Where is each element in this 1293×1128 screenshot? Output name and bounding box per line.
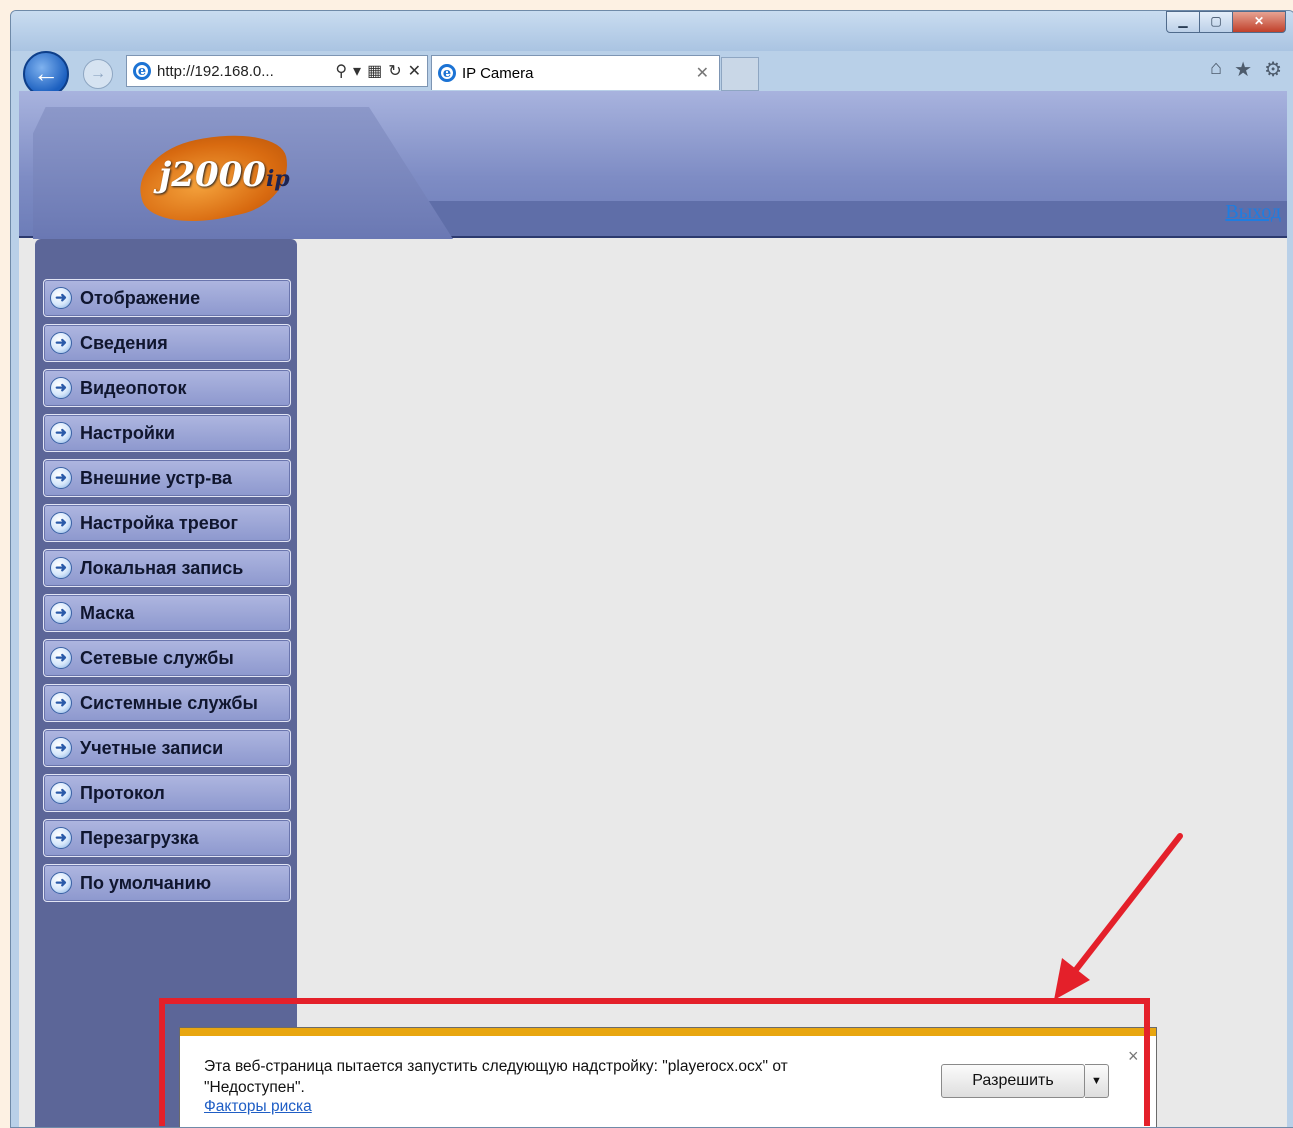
sidebar-item[interactable]: ➜ Отображение [43, 279, 291, 317]
stop-icon[interactable]: ✕ [408, 61, 421, 81]
sidebar-item[interactable]: ➜ Настройки [43, 414, 291, 452]
refresh-icon[interactable]: ↻ [388, 61, 401, 81]
title-bar: ▁ ▢ ✕ [11, 11, 1293, 51]
dropdown-icon[interactable]: ▾ [353, 61, 361, 81]
compatibility-icon[interactable]: ▦ [367, 61, 382, 81]
sidebar-item[interactable]: ➜ Сведения [43, 324, 291, 362]
sidebar: ➜ Отображение ➜ Сведения ➜ Видеопоток ➜ Настрой… [35, 239, 297, 1127]
sidebar-item-label: Сетевые службы [80, 647, 234, 668]
navigation-bar: ← → e http://192.168.0... ⚲ ▾ ▦ ↻ ✕ e IP… [11, 47, 1293, 97]
arrow-right-circle-icon: ➜ [50, 692, 72, 714]
sidebar-item-label: Маска [80, 602, 135, 623]
sidebar-item[interactable]: ➜ Учетные записи [43, 729, 291, 767]
arrow-right-circle-icon: ➜ [50, 827, 72, 849]
close-icon[interactable]: ✕ [1232, 11, 1286, 33]
arrow-right-circle-icon: ➜ [50, 287, 72, 309]
page-header: j2000ip Выход [19, 91, 1287, 239]
sidebar-item[interactable]: ➜ По умолчанию [43, 864, 291, 902]
sidebar-item-label: Протокол [80, 782, 165, 803]
arrow-right-circle-icon: ➜ [50, 737, 72, 759]
sidebar-item-label: Системные службы [80, 692, 258, 713]
sidebar-item-label: Видеопоток [80, 377, 187, 398]
settings-gear-icon[interactable]: ⚙ [1264, 57, 1282, 82]
arrow-right-circle-icon: ➜ [50, 512, 72, 534]
toolbar-icons: ⌂ ★ ⚙ [1210, 57, 1282, 82]
favorites-star-icon[interactable]: ★ [1234, 57, 1252, 82]
maximize-icon[interactable]: ▢ [1199, 11, 1233, 33]
sidebar-item[interactable]: ➜ Локальная запись [43, 549, 291, 587]
brand-logo: j2000ip [132, 122, 296, 234]
sidebar-item[interactable]: ➜ Маска [43, 594, 291, 632]
annotation-arrow [1054, 833, 1183, 1000]
sidebar-item-label: Отображение [80, 287, 201, 308]
arrow-right-circle-icon: ➜ [50, 647, 72, 669]
sidebar-item[interactable]: ➜ Системные службы [43, 684, 291, 722]
sidebar-item-label: Настройки [80, 422, 175, 443]
arrow-right-circle-icon: ➜ [50, 332, 72, 354]
header-band [379, 201, 1287, 236]
sidebar-item-label: По умолчанию [80, 872, 212, 893]
ie-tab-icon: e [438, 64, 456, 82]
sidebar-item[interactable]: ➜ Видеопоток [43, 369, 291, 407]
logo-text: j2000ip [159, 155, 290, 195]
sidebar-item-label: Перезагрузка [80, 827, 199, 848]
minimize-icon[interactable]: ▁ [1166, 11, 1200, 33]
sidebar-item[interactable]: ➜ Внешние устр-ва [43, 459, 291, 497]
arrow-right-circle-icon: ➜ [50, 377, 72, 399]
sidebar-item-label: Учетные записи [80, 737, 224, 758]
sidebar-item[interactable]: ➜ Протокол [43, 774, 291, 812]
arrow-right-circle-icon: ➜ [50, 602, 72, 624]
ie-page-icon: e [133, 62, 151, 80]
sidebar-menu: ➜ Отображение ➜ Сведения ➜ Видеопоток ➜ Настрой… [43, 279, 291, 909]
tab-close-icon[interactable]: ✕ [696, 63, 709, 83]
sidebar-item[interactable]: ➜ Сетевые службы [43, 639, 291, 677]
arrow-right-circle-icon: ➜ [50, 557, 72, 579]
arrow-right-circle-icon: ➜ [50, 872, 72, 894]
sidebar-item-label: Локальная запись [80, 557, 244, 578]
arrow-right-circle-icon: ➜ [50, 467, 72, 489]
new-tab-button[interactable] [721, 57, 759, 91]
sidebar-item-label: Настройка тревог [80, 512, 239, 533]
annotation-highlight-frame [159, 998, 1150, 1126]
window-controls: ▁ ▢ ✕ [1166, 11, 1286, 33]
tab-title: IP Camera [462, 64, 534, 82]
address-bar[interactable]: e http://192.168.0... ⚲ ▾ ▦ ↻ ✕ [126, 55, 428, 87]
home-icon[interactable]: ⌂ [1210, 57, 1222, 82]
search-icon[interactable]: ⚲ [335, 61, 347, 81]
sidebar-item[interactable]: ➜ Настройка тревог [43, 504, 291, 542]
tab-ip-camera[interactable]: e IP Camera ✕ [431, 55, 720, 90]
arrow-right-circle-icon: ➜ [50, 782, 72, 804]
sidebar-item-label: Внешние устр-ва [80, 467, 233, 488]
address-url[interactable]: http://192.168.0... [157, 63, 335, 80]
logout-link[interactable]: Выход [1225, 201, 1281, 224]
sidebar-item[interactable]: ➜ Перезагрузка [43, 819, 291, 857]
forward-button[interactable]: → [83, 59, 113, 89]
arrow-right-circle-icon: ➜ [50, 422, 72, 444]
sidebar-item-label: Сведения [80, 332, 168, 353]
